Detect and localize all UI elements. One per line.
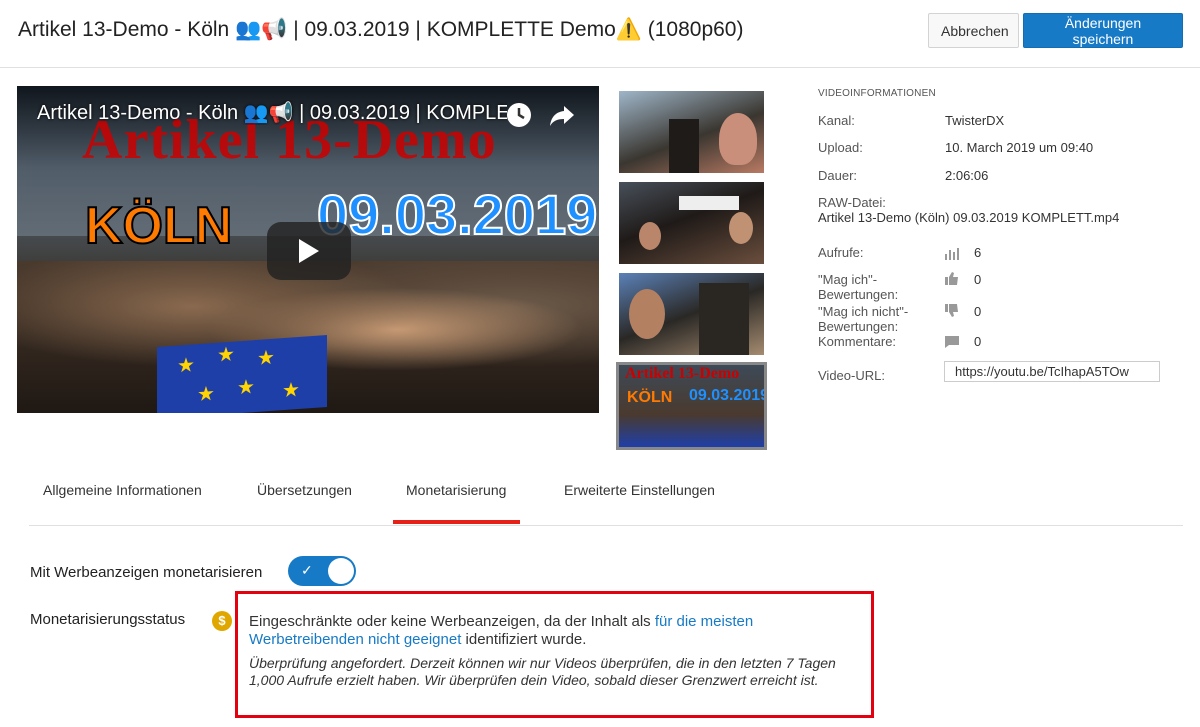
bar-chart-icon — [945, 247, 959, 260]
monetization-status-label: Monetarisierungsstatus — [30, 611, 186, 628]
dislikes-label: "Mag ich nicht"-Bewertungen: — [818, 304, 909, 334]
eu-flag: ★ ★ ★ ★ ★ ★ — [157, 335, 327, 413]
share-icon[interactable] — [547, 100, 577, 130]
thumbnail-option-2[interactable] — [619, 182, 764, 264]
monetization-status-box: Eingeschränkte oder keine Werbeanzeigen,… — [235, 591, 874, 718]
dislikes-value: 0 — [974, 304, 982, 319]
video-url-field[interactable]: https://youtu.be/TcIhapA5TOw — [944, 361, 1160, 382]
active-tab-indicator — [393, 520, 520, 524]
clock-icon[interactable] — [504, 100, 534, 130]
likes-label: "Mag ich"-Bewertungen: — [818, 272, 899, 302]
thumbnail-option-3[interactable] — [619, 273, 764, 355]
header-bar: Artikel 13-Demo - Köln 👥📢 | 09.03.2019 |… — [0, 0, 1200, 68]
channel-label: Kanal: — [818, 113, 855, 128]
save-button[interactable]: Änderungen speichern — [1023, 13, 1183, 48]
views-value: 6 — [974, 245, 982, 260]
video-info-heading: VIDEOINFORMATIONEN — [818, 88, 936, 99]
thumbnail-option-1[interactable] — [619, 91, 764, 173]
duration-label: Dauer: — [818, 168, 858, 183]
channel-value: TwisterDX — [945, 113, 1005, 128]
video-url-label: Video-URL: — [818, 368, 885, 383]
cancel-button[interactable]: Abbrechen — [928, 13, 1019, 48]
play-button[interactable] — [267, 222, 351, 280]
raw-file-value: Artikel 13-Demo (Köln) 09.03.2019 KOMPLE… — [818, 210, 1120, 225]
tab-monetization[interactable]: Monetarisierung — [406, 482, 506, 498]
comments-value: 0 — [974, 334, 982, 349]
tab-general-info[interactable]: Allgemeine Informationen — [43, 482, 202, 498]
play-icon — [299, 239, 319, 263]
upload-value: 10. March 2019 um 09:40 — [945, 140, 1094, 155]
monetize-with-ads-label: Mit Werbeanzeigen monetarisieren — [30, 564, 263, 581]
thumbs-up-icon — [945, 272, 959, 285]
video-overlay-city: KÖLN — [84, 196, 233, 256]
tab-bar: Allgemeine Informationen Übersetzungen M… — [29, 470, 1183, 526]
video-overlay-date: 09.03.2019 — [316, 182, 598, 247]
monetize-toggle[interactable]: ✓ — [288, 556, 356, 586]
dollar-icon: $ — [212, 611, 232, 631]
player-title[interactable]: Artikel 13-Demo - Köln 👥📢 | 09.03.2019 |… — [37, 100, 507, 125]
thumbs-down-icon — [945, 304, 959, 317]
thumbnail-option-custom[interactable]: Artikel 13-Demo KÖLN 09.03.2019 — [616, 362, 767, 450]
tab-advanced-settings[interactable]: Erweiterte Einstellungen — [564, 482, 715, 498]
duration-value: 2:06:06 — [945, 168, 989, 183]
comment-icon — [945, 335, 959, 348]
views-label: Aufrufe: — [818, 245, 864, 260]
likes-value: 0 — [974, 272, 982, 287]
video-player[interactable]: ★ ★ ★ ★ ★ ★ Artikel 13-Demo KÖLN 09.03.2019 … — [17, 86, 599, 413]
page-title: Artikel 13-Demo - Köln 👥📢 | 09.03.2019 |… — [18, 18, 744, 41]
upload-label: Upload: — [818, 140, 863, 155]
check-icon: ✓ — [301, 562, 313, 578]
raw-file-label: RAW-Datei: — [818, 195, 886, 210]
comments-label: Kommentare: — [818, 334, 897, 349]
monetization-status-text: Eingeschränkte oder keine Werbeanzeigen,… — [249, 613, 754, 648]
review-requested-note: Überprüfung angefordert. Derzeit können … — [249, 655, 836, 688]
tab-translations[interactable]: Übersetzungen — [257, 482, 352, 498]
